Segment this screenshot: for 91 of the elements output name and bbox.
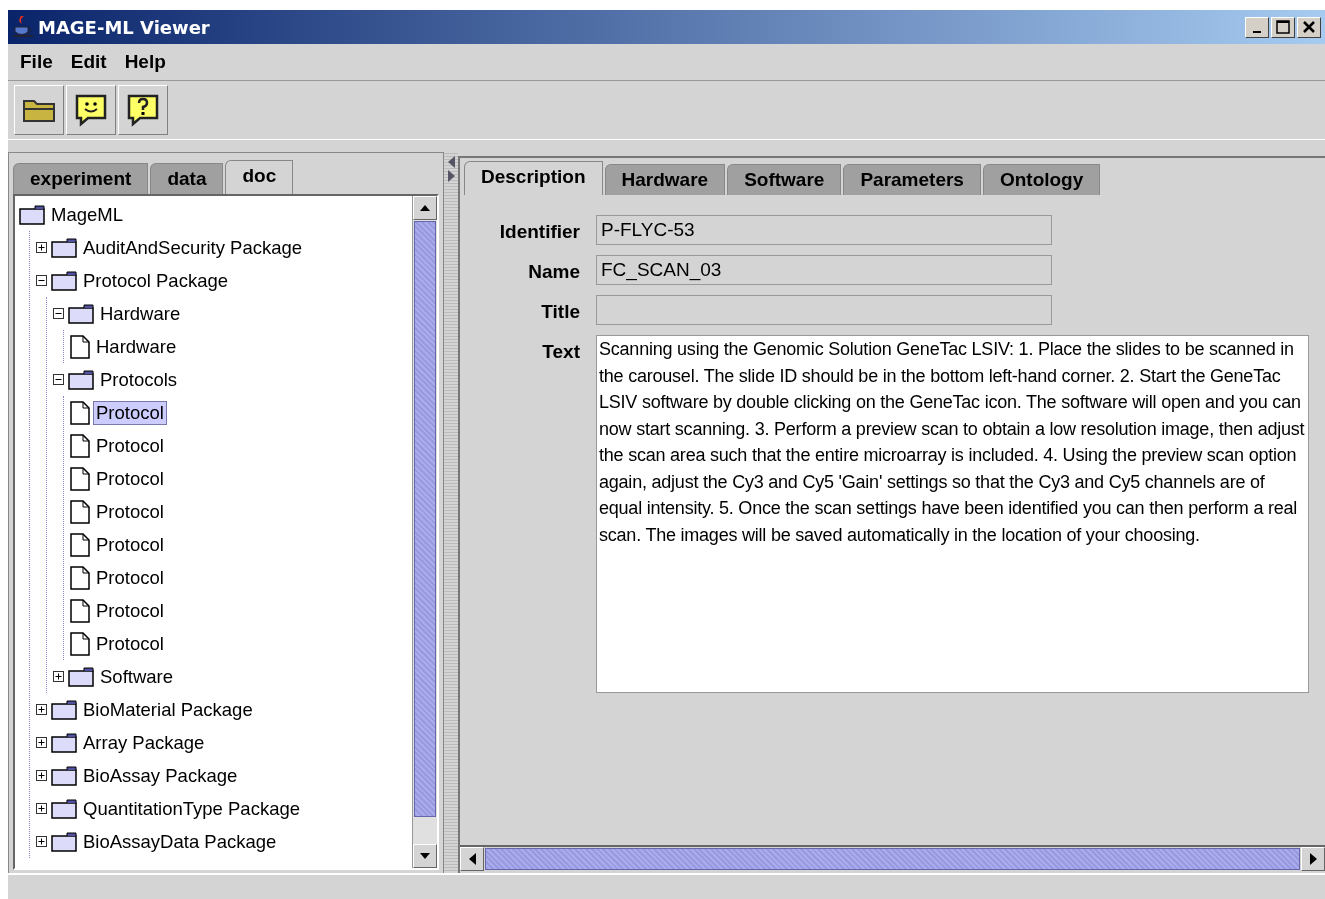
- minimize-button[interactable]: [1245, 16, 1269, 38]
- tree-item[interactable]: Hardware: [94, 335, 179, 358]
- expand-icon[interactable]: [36, 704, 47, 715]
- document-icon: [70, 334, 90, 359]
- field-label: Title: [540, 300, 580, 323]
- field-label: Name: [527, 260, 580, 283]
- folder-icon: [68, 666, 94, 687]
- toolbar-button[interactable]: [14, 85, 64, 135]
- folder-icon: [51, 237, 77, 258]
- text-area[interactable]: Scanning using the Genomic Solution GeneTac LSIV: 1. Place the slides to be scanned in the carousel. The slide ID should be in the bottom left-hand corner. 2. Start the GeneTac LSIV software by double clicking on the GeneTac icon. The software will open and you can now start scanning. 3. Perform a preview scan to obtain a low resolution image, then adjust the scan area such that the entire microarray is included. 4. Using the preview scan option again, adjust the Cy3 and Cy5 'Gain' settings so that the Cy3 and Cy5 channels are of equal intensity. 5. Once the scan settings have been identified you can then perform a real scan. The images will be saved automatically in the location of your choosing.: [596, 335, 1309, 693]
- tab[interactable]: experiment: [13, 163, 149, 194]
- menu-item[interactable]: Edit: [70, 51, 107, 73]
- field-label: Identifier: [498, 220, 580, 243]
- tab[interactable]: Parameters: [843, 164, 981, 195]
- input-field[interactable]: FC_SCAN_03: [596, 255, 1052, 285]
- minimize-icon: [1253, 31, 1261, 33]
- expand-icon[interactable]: [36, 836, 47, 847]
- tree-item[interactable]: AuditAndSecurity Package: [81, 236, 305, 259]
- expand-icon[interactable]: [36, 803, 47, 814]
- maximize-button[interactable]: [1271, 16, 1295, 38]
- document-icon: [70, 499, 90, 524]
- folder-icon: [51, 798, 77, 819]
- tab[interactable]: Ontology: [982, 164, 1101, 195]
- input-field[interactable]: P-FLYC-53: [596, 215, 1052, 245]
- tree-item[interactable]: Protocol: [94, 401, 166, 424]
- smiley-bubble-icon: [74, 93, 108, 127]
- tab[interactable]: Description: [464, 161, 603, 195]
- expand-icon[interactable]: [36, 737, 47, 748]
- document-icon: [70, 532, 90, 557]
- folder-icon: [68, 369, 94, 390]
- tree-item[interactable]: Protocol: [94, 632, 166, 655]
- folder-icon: [51, 765, 77, 786]
- expand-right-icon[interactable]: [447, 170, 455, 182]
- folder-icon: [51, 270, 77, 291]
- input-field[interactable]: [596, 295, 1052, 325]
- folder-icon: [51, 732, 77, 753]
- menu-item[interactable]: Help: [124, 51, 166, 73]
- maximize-icon: [1276, 20, 1290, 34]
- folder-icon: [22, 97, 56, 123]
- document-icon: [70, 433, 90, 458]
- folder-icon: [51, 699, 77, 720]
- field-label: Text: [541, 340, 580, 363]
- folder-icon: [51, 831, 77, 852]
- tree-item[interactable]: Protocol: [94, 599, 166, 622]
- tree-item[interactable]: BioAssayData Package: [81, 830, 279, 853]
- tree-item[interactable]: Protocol: [94, 434, 166, 457]
- java-cup-icon: [12, 15, 34, 39]
- tab[interactable]: doc: [225, 160, 294, 194]
- scroll-up-icon[interactable]: [413, 196, 438, 220]
- document-icon: [70, 598, 90, 623]
- expand-icon[interactable]: [36, 242, 47, 253]
- expand-icon[interactable]: [36, 770, 47, 781]
- close-icon: [1302, 20, 1316, 34]
- tab[interactable]: Software: [727, 164, 842, 195]
- tree-item[interactable]: Software: [98, 665, 175, 688]
- expand-icon[interactable]: [53, 671, 64, 682]
- folder-icon: [19, 204, 45, 225]
- close-button[interactable]: [1297, 16, 1321, 38]
- collapse-icon[interactable]: [36, 275, 47, 286]
- tree-item[interactable]: BioMaterial Package: [81, 698, 255, 721]
- tree-item[interactable]: Protocol: [94, 566, 166, 589]
- toolbar-button[interactable]: [66, 85, 116, 135]
- tree-item[interactable]: MageML: [49, 203, 125, 226]
- vertical-scrollbar[interactable]: [412, 196, 438, 868]
- document-icon: [70, 631, 90, 656]
- tree-item[interactable]: Protocol: [94, 467, 166, 490]
- tree-item[interactable]: Protocols: [98, 368, 180, 391]
- window-title: MAGE-ML Viewer: [38, 16, 210, 38]
- menu-item[interactable]: File: [20, 51, 53, 73]
- tree-item[interactable]: Hardware: [98, 302, 183, 325]
- folder-icon: [68, 303, 94, 324]
- tree-item[interactable]: Protocol: [94, 533, 166, 556]
- document-icon: [70, 400, 90, 425]
- scroll-left-icon[interactable]: [460, 847, 484, 871]
- tree-item[interactable]: QuantitationType Package: [81, 797, 302, 820]
- tab[interactable]: data: [150, 163, 224, 194]
- collapse-left-icon[interactable]: [447, 156, 455, 168]
- help-icon: [126, 93, 160, 127]
- collapse-icon[interactable]: [53, 374, 64, 385]
- tree-item[interactable]: Array Package: [81, 731, 207, 754]
- tree-item[interactable]: Protocol Package: [81, 269, 230, 292]
- scroll-down-icon[interactable]: [413, 844, 438, 868]
- tree-item[interactable]: Protocol: [94, 500, 166, 523]
- scroll-right-icon[interactable]: [1301, 847, 1325, 871]
- tab[interactable]: Hardware: [604, 164, 726, 195]
- toolbar-button[interactable]: [118, 85, 168, 135]
- document-icon: [70, 466, 90, 491]
- collapse-icon[interactable]: [53, 308, 64, 319]
- horizontal-scrollbar[interactable]: [460, 845, 1325, 871]
- tree-item[interactable]: BioAssay Package: [81, 764, 240, 787]
- document-icon: [70, 565, 90, 590]
